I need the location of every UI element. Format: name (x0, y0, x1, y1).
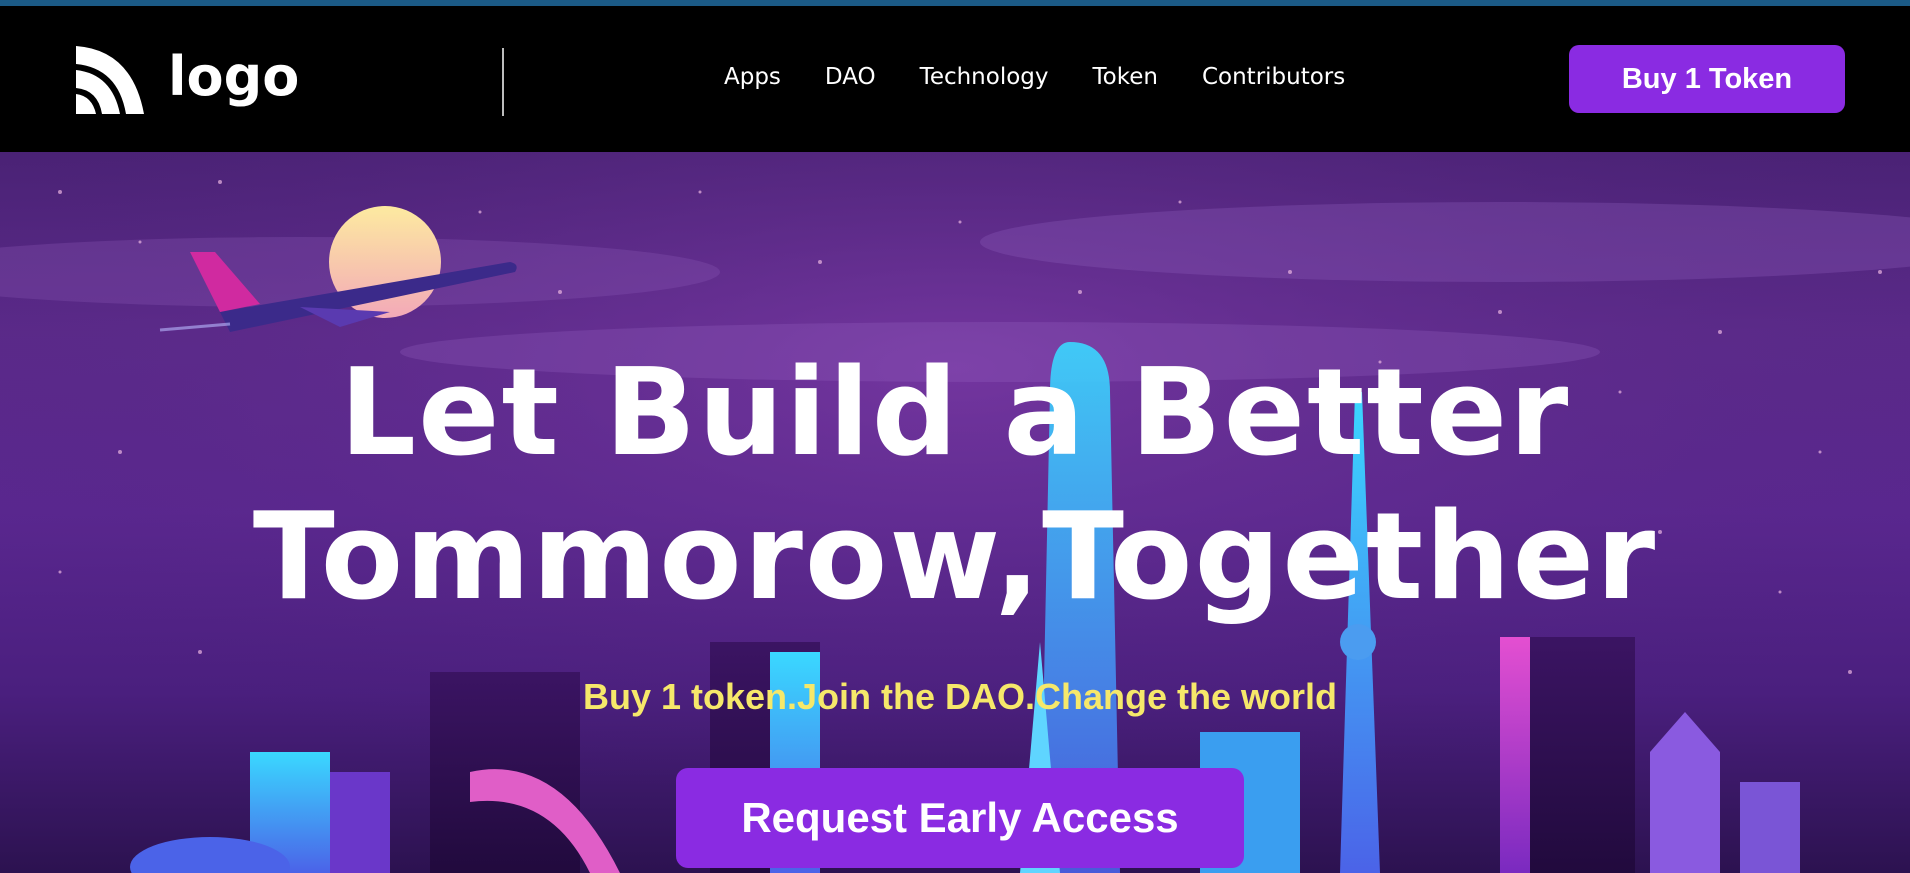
nav-link-dao[interactable]: DAO (825, 64, 876, 90)
nav-link-apps[interactable]: Apps (724, 64, 781, 90)
logo[interactable]: logo (72, 42, 299, 118)
main-nav: Apps DAO Technology Token Contributors (724, 64, 1345, 90)
hero-title-line-2: Tommorow,Together (252, 488, 1658, 627)
hero-title-line-1: Let Build a Better (339, 344, 1571, 483)
hero-tagline: Buy 1 token.Join the DAO.Change the worl… (582, 676, 1338, 717)
hero-title: Let Build a Better Tommorow,Together (0, 342, 1910, 630)
nav-link-technology[interactable]: Technology (920, 64, 1049, 90)
logo-mark-icon (76, 46, 144, 114)
navbar: logo Apps DAO Technology Token Contribut… (0, 6, 1910, 152)
nav-link-token[interactable]: Token (1093, 64, 1158, 90)
logo-text: logo (168, 45, 300, 108)
nav-divider (502, 48, 504, 116)
request-early-access-button[interactable]: Request Early Access (676, 768, 1244, 868)
buy-token-button[interactable]: Buy 1 Token (1569, 45, 1845, 113)
hero-section: Let Build a Better Tommorow,Together Buy… (0, 152, 1910, 873)
nav-link-contributors[interactable]: Contributors (1202, 64, 1345, 90)
